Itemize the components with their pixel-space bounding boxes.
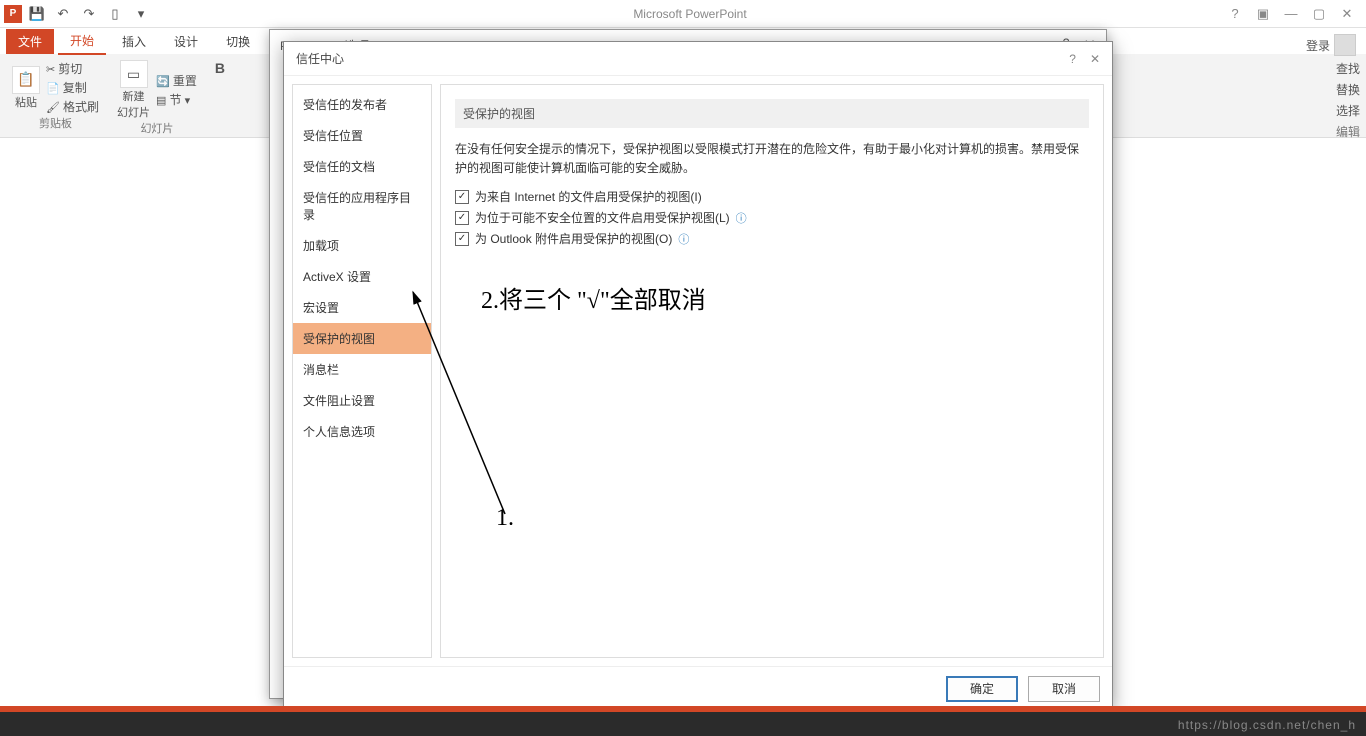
page-footer: https://blog.csdn.net/chen_h — [0, 712, 1366, 736]
checkbox-row-outlook: ✓ 为 Outlook 附件启用受保护的视图(O) ⓘ — [455, 230, 1089, 247]
dialog-close-icon[interactable]: ✕ — [1090, 52, 1100, 66]
dialog-help-icon[interactable]: ? — [1069, 52, 1076, 66]
sidebar-item-protected-view[interactable]: 受保护的视图 — [293, 323, 431, 354]
dialog-title: 信任中心 — [296, 50, 344, 67]
checkbox-label-unsafe: 为位于可能不安全位置的文件启用受保护视图(L) — [475, 209, 730, 226]
group-slides-label: 幻灯片 — [140, 120, 173, 136]
cancel-button[interactable]: 取消 — [1028, 676, 1100, 702]
checkbox-row-internet: ✓ 为来自 Internet 的文件启用受保护的视图(I) — [455, 188, 1089, 205]
section-heading: 受保护的视图 — [455, 99, 1089, 128]
ribbon-display-icon[interactable]: ▣ — [1252, 6, 1274, 22]
redo-icon[interactable]: ↷ — [78, 3, 100, 25]
ok-button[interactable]: 确定 — [946, 676, 1018, 702]
paste-icon[interactable]: 📋 — [12, 66, 40, 94]
content-pane: 受保护的视图 在没有任何安全提示的情况下，受保护视图以受限模式打开潜在的危险文件… — [440, 84, 1104, 658]
reset-button[interactable]: 🔄 重置 — [156, 72, 197, 89]
watermark-text: https://blog.csdn.net/chen_h — [1178, 718, 1356, 732]
title-bar: P 💾 ↶ ↷ ▯ ▾ Microsoft PowerPoint ? ▣ — ▢… — [0, 0, 1366, 28]
section-button[interactable]: ▤ 节 ▾ — [156, 91, 197, 108]
tab-insert[interactable]: 插入 — [110, 29, 158, 54]
close-icon[interactable]: ✕ — [1336, 6, 1358, 22]
dialog-body: 受信任的发布者 受信任位置 受信任的文档 受信任的应用程序目录 加载项 Acti… — [284, 76, 1112, 666]
undo-icon[interactable]: ↶ — [52, 3, 74, 25]
checkbox-row-unsafe: ✓ 为位于可能不安全位置的文件启用受保护视图(L) ⓘ — [455, 209, 1089, 226]
login-area[interactable]: 登录 — [1306, 34, 1356, 56]
format-painter-button[interactable]: 🖌 格式刷 — [46, 98, 99, 115]
sidebar-item-trusted-app-catalogs[interactable]: 受信任的应用程序目录 — [293, 182, 431, 230]
save-icon[interactable]: 💾 — [26, 3, 48, 25]
app-title: Microsoft PowerPoint — [156, 7, 1224, 21]
sidebar-item-privacy[interactable]: 个人信息选项 — [293, 416, 431, 447]
sidebar-item-file-block[interactable]: 文件阻止设置 — [293, 385, 431, 416]
group-editing: 查找 替换 选择 编辑 — [1336, 60, 1366, 140]
section-description: 在没有任何安全提示的情况下，受保护视图以受限模式打开潜在的危险文件，有助于最小化… — [455, 140, 1089, 178]
checkbox-outlook[interactable]: ✓ — [455, 232, 469, 246]
group-editing-label: 编辑 — [1336, 123, 1360, 140]
checkbox-label-outlook: 为 Outlook 附件启用受保护的视图(O) — [475, 230, 672, 247]
powerpoint-app-icon: P — [4, 5, 22, 23]
find-button[interactable]: 查找 — [1336, 60, 1360, 77]
new-slide-icon[interactable]: ▭ — [120, 60, 148, 88]
cut-button[interactable]: ✂ 剪切 — [46, 60, 99, 77]
group-clipboard-label: 剪贴板 — [39, 115, 72, 131]
qat-dropdown-icon[interactable]: ▾ — [130, 3, 152, 25]
trust-center-sidebar: 受信任的发布者 受信任位置 受信任的文档 受信任的应用程序目录 加载项 Acti… — [292, 84, 432, 658]
sidebar-item-macro[interactable]: 宏设置 — [293, 292, 431, 323]
sidebar-item-message-bar[interactable]: 消息栏 — [293, 354, 431, 385]
maximize-icon[interactable]: ▢ — [1308, 6, 1330, 22]
replace-button[interactable]: 替换 — [1336, 81, 1360, 98]
group-slides: ▭ 新建 幻灯片 🔄 重置 ▤ 节 ▾ 幻灯片 — [113, 58, 201, 133]
minimize-icon[interactable]: — — [1280, 6, 1302, 22]
login-label: 登录 — [1306, 37, 1330, 54]
checkbox-unsafe-location[interactable]: ✓ — [455, 211, 469, 225]
paste-label: 粘贴 — [15, 94, 37, 110]
trust-center-dialog: 信任中心 ? ✕ 受信任的发布者 受信任位置 受信任的文档 受信任的应用程序目录… — [283, 41, 1113, 711]
avatar-icon — [1334, 34, 1356, 56]
copy-button[interactable]: 📄 复制 — [46, 79, 99, 96]
select-button[interactable]: 选择 — [1336, 102, 1360, 119]
sidebar-item-trusted-locations[interactable]: 受信任位置 — [293, 120, 431, 151]
tab-transitions[interactable]: 切换 — [214, 29, 262, 54]
window-controls: ? ▣ — ▢ ✕ — [1224, 6, 1366, 22]
group-clipboard: 📋 粘贴 ✂ 剪切 📄 复制 🖌 格式刷 剪贴板 — [8, 58, 103, 133]
new-slide-label: 新建 幻灯片 — [117, 88, 150, 120]
group-font: B — [211, 58, 229, 133]
annotation-2: 2.将三个 "√"全部取消 — [481, 280, 706, 315]
info-icon[interactable]: ⓘ — [736, 210, 747, 226]
checkbox-internet[interactable]: ✓ — [455, 190, 469, 204]
sidebar-item-activex[interactable]: ActiveX 设置 — [293, 261, 431, 292]
help-icon[interactable]: ? — [1224, 6, 1246, 22]
quick-access-toolbar: P 💾 ↶ ↷ ▯ ▾ — [0, 3, 156, 25]
dialog-footer: 确定 取消 — [284, 666, 1112, 710]
checkbox-label-internet: 为来自 Internet 的文件启用受保护的视图(I) — [475, 188, 702, 205]
bold-button[interactable]: B — [215, 60, 225, 76]
start-from-beginning-icon[interactable]: ▯ — [104, 3, 126, 25]
dialog-titlebar: 信任中心 ? ✕ — [284, 42, 1112, 76]
tab-home[interactable]: 开始 — [58, 28, 106, 55]
sidebar-item-trusted-documents[interactable]: 受信任的文档 — [293, 151, 431, 182]
annotation-1: 1. — [496, 505, 514, 532]
tab-design[interactable]: 设计 — [162, 29, 210, 54]
sidebar-item-addins[interactable]: 加载项 — [293, 230, 431, 261]
tab-file[interactable]: 文件 — [6, 29, 54, 54]
sidebar-item-trusted-publishers[interactable]: 受信任的发布者 — [293, 89, 431, 120]
info-icon[interactable]: ⓘ — [678, 231, 689, 247]
